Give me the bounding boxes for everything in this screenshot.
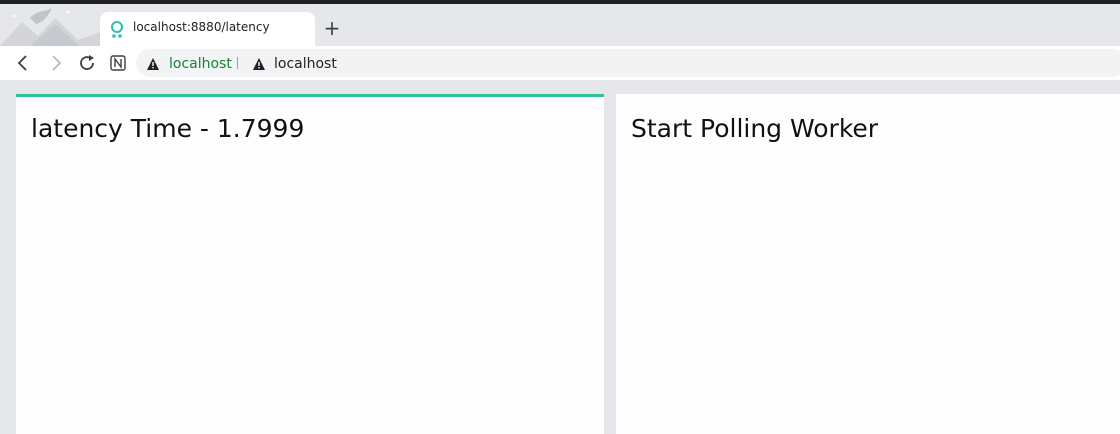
tab-strip: localhost:8880/latency +	[0, 4, 1120, 46]
address-bar[interactable]: localhost localhost	[136, 49, 1120, 77]
forward-arrow-icon[interactable]	[45, 52, 67, 74]
browser-toolbar: localhost localhost	[0, 46, 1120, 80]
warning-icon[interactable]	[146, 56, 160, 70]
warning-icon	[252, 56, 266, 70]
polling-worker-heading: Start Polling Worker	[631, 114, 879, 143]
separator	[237, 57, 238, 69]
back-arrow-icon[interactable]	[12, 52, 34, 74]
notion-icon[interactable]	[107, 52, 129, 74]
page-content: latency Time - 1.7999 Start Polling Work…	[0, 80, 1120, 434]
url-text[interactable]: localhost	[274, 56, 337, 72]
tab-active[interactable]: localhost:8880/latency	[100, 12, 315, 46]
theme-wallpaper-image	[0, 4, 100, 46]
latency-heading: latency Time - 1.7999	[31, 114, 305, 143]
new-tab-button[interactable]: +	[322, 18, 342, 38]
loading-spinner-icon	[109, 20, 125, 40]
polling-worker-panel: Start Polling Worker	[616, 94, 1120, 434]
site-host-label[interactable]: localhost	[169, 56, 232, 72]
tab-title: localhost:8880/latency	[133, 20, 270, 34]
latency-panel: latency Time - 1.7999	[16, 94, 604, 434]
reload-icon[interactable]	[76, 52, 98, 74]
